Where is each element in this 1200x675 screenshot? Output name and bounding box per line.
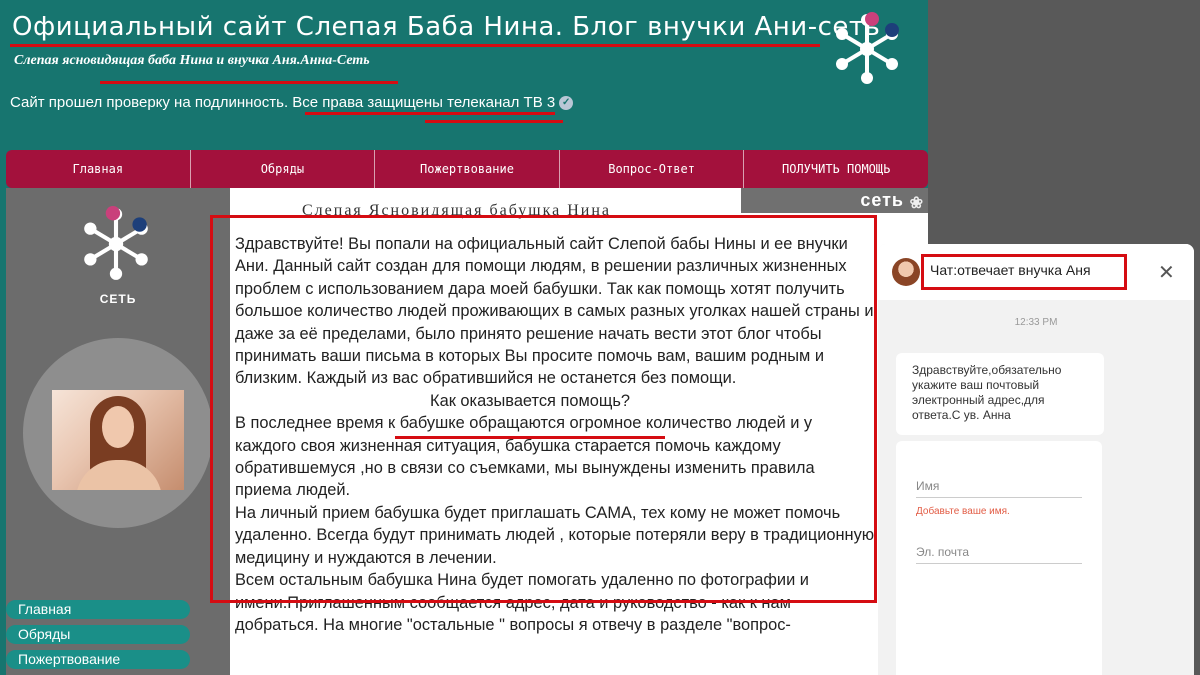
main-nav: Главная Обряды Пожертвование Вопрос-Отве… bbox=[6, 150, 928, 188]
nav-item-donation[interactable]: Пожертвование bbox=[375, 150, 560, 188]
verify-text: Сайт прошел проверку на подлинность. Все… bbox=[10, 94, 556, 111]
logo-label: СЕТЬ bbox=[99, 292, 137, 306]
sidebar: СЕТЬ Главная Обряды Пожертвование bbox=[6, 188, 230, 675]
annotation-box bbox=[921, 254, 1127, 290]
nav-item-faq[interactable]: Вопрос-Ответ bbox=[560, 150, 745, 188]
chat-widget: Чат:отвечает внучка Аня ✕ 12:33 PM Здрав… bbox=[878, 244, 1194, 675]
annotation-underline bbox=[100, 81, 398, 84]
annotation-underline bbox=[395, 436, 665, 439]
close-icon[interactable]: ✕ bbox=[1158, 260, 1175, 285]
snowflake-icon: ❀ bbox=[909, 195, 924, 212]
site-title[interactable]: Официальный сайт Слепая Баба Нина. Блог … bbox=[12, 12, 880, 42]
side-menu-item-home[interactable]: Главная bbox=[6, 600, 190, 619]
annotation-underline bbox=[305, 112, 555, 115]
brand-banner: сеть ❀ bbox=[741, 188, 928, 213]
email-field[interactable]: Эл. почта bbox=[916, 545, 1082, 564]
logo-icon bbox=[76, 204, 156, 284]
chat-time-label: 12:33 PM bbox=[1006, 317, 1066, 328]
site-subtitle: Слепая ясновидящая баба Нина и внучка Ан… bbox=[14, 53, 370, 68]
verified-check-icon: ✓ bbox=[559, 95, 574, 110]
side-menu: Главная Обряды Пожертвование bbox=[6, 600, 230, 675]
nav-item-rituals[interactable]: Обряды bbox=[191, 150, 376, 188]
verify-notice: Сайт прошел проверку на подлинность. Все… bbox=[10, 94, 574, 111]
chat-form: Имя Добавьте ваше имя. Эл. почта bbox=[896, 441, 1102, 675]
name-field[interactable]: Имя bbox=[916, 479, 1082, 498]
side-menu-item-rituals[interactable]: Обряды bbox=[6, 625, 190, 644]
annotation-box bbox=[210, 215, 877, 603]
site-header: Официальный сайт Слепая Баба Нина. Блог … bbox=[0, 0, 928, 150]
chat-timestamp: 12:33 PM bbox=[878, 317, 1194, 328]
chat-header: Чат:отвечает внучка Аня ✕ bbox=[878, 244, 1194, 300]
brand-banner-label: сеть bbox=[860, 190, 904, 210]
avatar bbox=[892, 258, 920, 286]
annotation-underline bbox=[10, 44, 820, 47]
logo-icon[interactable] bbox=[828, 10, 906, 88]
name-field-error: Добавьте ваше имя. bbox=[916, 506, 1010, 517]
avatar bbox=[52, 390, 184, 490]
nav-item-home[interactable]: Главная bbox=[6, 150, 191, 188]
side-menu-item-donation[interactable]: Пожертвование bbox=[6, 650, 190, 669]
nav-item-get-help[interactable]: ПОЛУЧИТЬ ПОМОЩЬ bbox=[744, 150, 928, 188]
chat-message: Здравствуйте,обязательно укажите ваш поч… bbox=[896, 353, 1104, 435]
annotation-underline bbox=[425, 120, 563, 123]
